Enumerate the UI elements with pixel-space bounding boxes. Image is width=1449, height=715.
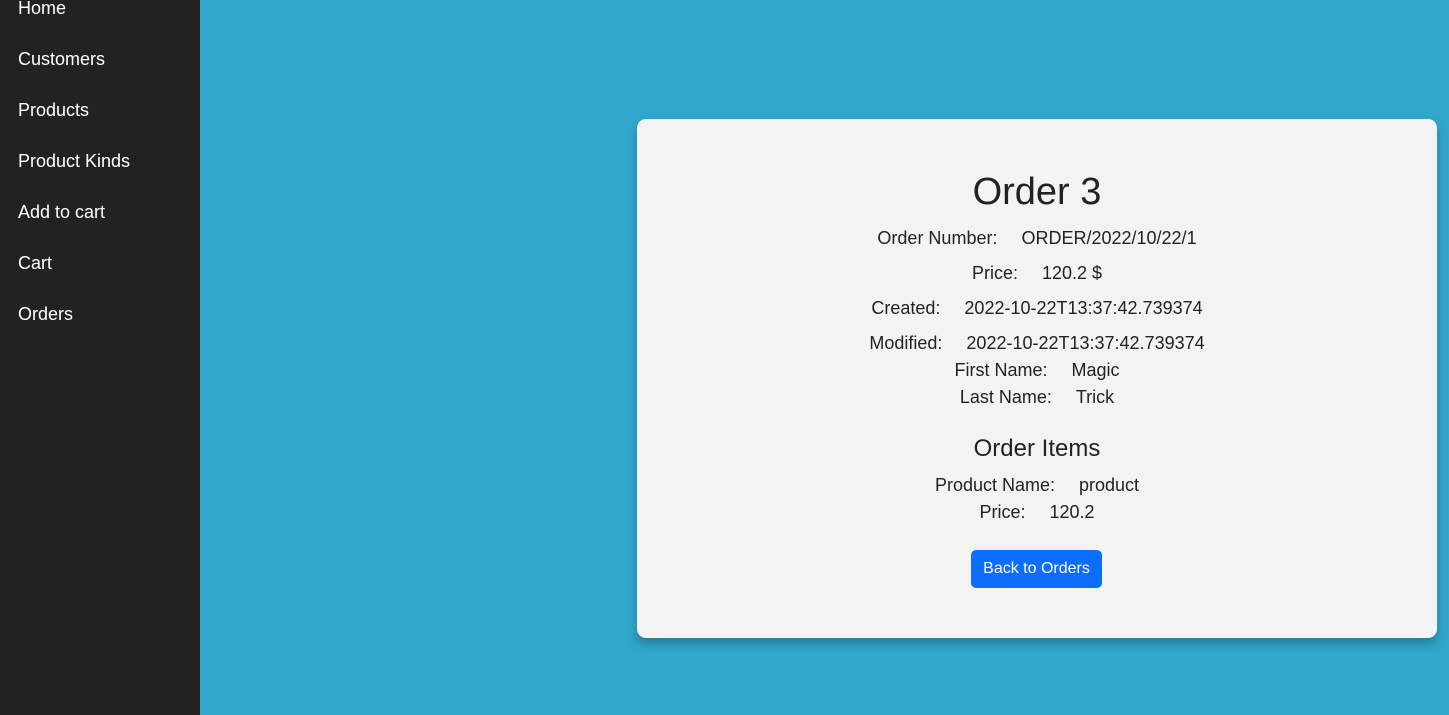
last-name-label: Last Name:	[959, 387, 1052, 407]
order-items-heading: Order Items	[973, 435, 1101, 462]
sidebar-item-products[interactable]: Products	[18, 99, 89, 121]
product-name-label: Product Name:	[934, 475, 1055, 495]
price-row: Price: 120.2 $	[637, 262, 1437, 284]
sidebar: Home Customers Products Product Kinds Ad…	[0, 0, 200, 715]
back-to-orders-button[interactable]: Back to Orders	[971, 550, 1102, 588]
modified-row: Modified: 2022-10-22T13:37:42.739374	[637, 332, 1437, 354]
last-name-row: Last Name: Trick	[637, 386, 1437, 408]
item-price-value: 120.2	[1049, 502, 1095, 522]
created-label: Created:	[871, 298, 941, 318]
modified-label: Modified:	[869, 333, 943, 353]
product-name-value: product	[1079, 475, 1140, 495]
order-number-row: Order Number: ORDER/2022/10/22/1	[637, 227, 1437, 249]
sidebar-item-home[interactable]: Home	[18, 0, 66, 19]
order-number-value: ORDER/2022/10/22/1	[1021, 228, 1197, 248]
order-item-product-name-row: Product Name: product	[637, 474, 1437, 496]
first-name-label: First Name:	[954, 360, 1048, 380]
modified-value: 2022-10-22T13:37:42.739374	[966, 333, 1205, 353]
last-name-value: Trick	[1075, 387, 1115, 407]
first-name-row: First Name: Magic	[637, 359, 1437, 381]
order-number-label: Order Number:	[877, 228, 998, 248]
created-row: Created: 2022-10-22T13:37:42.739374	[637, 297, 1437, 319]
order-item-price-row: Price: 120.2	[637, 501, 1437, 523]
price-value: 120.2 $	[1041, 263, 1103, 283]
sidebar-item-orders[interactable]: Orders	[18, 303, 73, 325]
sidebar-item-product-kinds[interactable]: Product Kinds	[18, 150, 130, 172]
order-details-card: Order 3 Order Number: ORDER/2022/10/22/1 …	[637, 119, 1437, 638]
item-price-label: Price:	[979, 502, 1026, 522]
created-value: 2022-10-22T13:37:42.739374	[964, 298, 1203, 318]
first-name-value: Magic	[1071, 360, 1120, 380]
sidebar-item-customers[interactable]: Customers	[18, 48, 105, 70]
sidebar-item-cart[interactable]: Cart	[18, 252, 52, 274]
price-label: Price:	[971, 263, 1018, 283]
page-title: Order 3	[972, 171, 1102, 213]
sidebar-item-add-to-cart[interactable]: Add to cart	[18, 201, 105, 223]
